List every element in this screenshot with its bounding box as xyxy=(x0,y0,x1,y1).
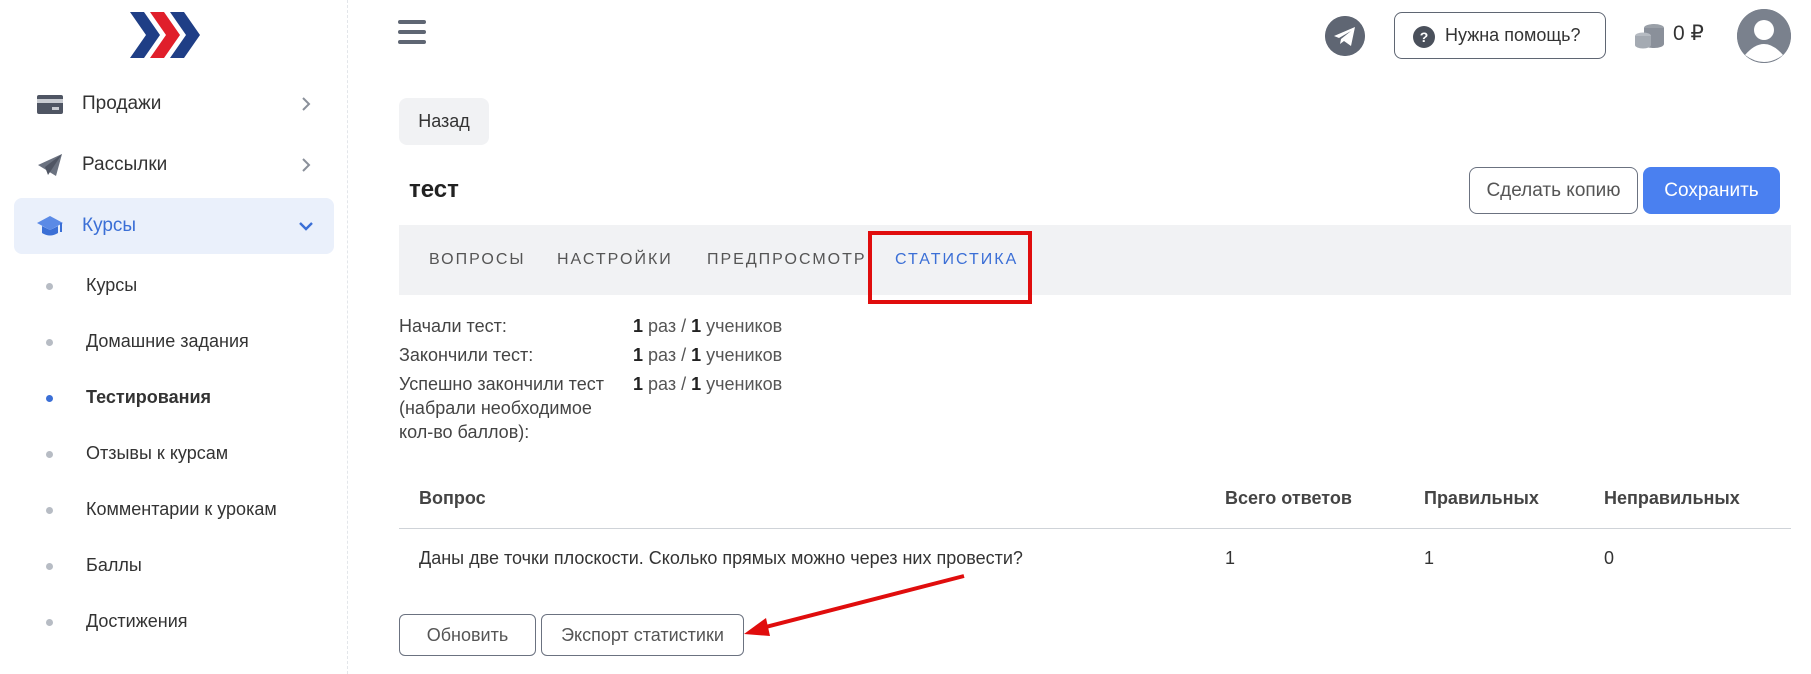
telegram-icon[interactable] xyxy=(1325,16,1365,56)
refresh-button[interactable]: Обновить xyxy=(399,614,536,656)
cell-question: Даны две точки плоскости. Сколько прямых… xyxy=(419,548,1023,568)
menu-icon[interactable] xyxy=(398,20,426,46)
sidebar: Продажи Рассылки Курсы Курсы Домашние за… xyxy=(0,0,348,674)
stat-started-label: Начали тест: xyxy=(399,316,507,336)
back-button[interactable]: Назад xyxy=(399,98,489,145)
sidebar-subitem-label: Тестирования xyxy=(86,387,212,407)
stat-finished-label: Закончили тест: xyxy=(399,345,534,365)
page-title: тест xyxy=(409,176,459,203)
sidebar-item-courses[interactable]: Курсы xyxy=(14,198,334,254)
cell-incorrect: 0 xyxy=(1604,548,1615,568)
table-divider xyxy=(399,528,1791,529)
sidebar-item-label: Курсы xyxy=(82,215,137,236)
cell-correct: 1 xyxy=(1424,548,1435,568)
logo[interactable] xyxy=(130,12,206,58)
question-icon: ? xyxy=(1413,26,1435,48)
bullet-dot xyxy=(46,563,53,570)
sidebar-item-label: Рассылки xyxy=(82,154,168,175)
sidebar-subitem-reviews[interactable]: Отзывы к курсам xyxy=(0,434,340,474)
sidebar-subitem-label: Комментарии к урокам xyxy=(86,499,277,519)
bullet-dot xyxy=(46,451,53,458)
sidebar-subitem-homework[interactable]: Домашние задания xyxy=(0,322,340,362)
sidebar-subitem-label: Отзывы к курсам xyxy=(86,443,229,463)
chevron-down-icon xyxy=(299,222,313,231)
sidebar-subitem-label: Курсы xyxy=(86,275,138,295)
cell-total: 1 xyxy=(1225,548,1236,568)
column-header-correct: Правильных xyxy=(1424,488,1539,508)
column-header-incorrect: Неправильных xyxy=(1604,488,1740,508)
chevron-right-icon xyxy=(302,97,311,111)
export-statistics-button[interactable]: Экспорт статистики xyxy=(541,614,744,656)
stat-passed-value: 1 раз / 1 учеников xyxy=(633,374,783,394)
coins-icon xyxy=(1635,24,1664,49)
tab-settings[interactable]: НАСТРОЙКИ xyxy=(557,251,673,269)
sidebar-subitem-tests[interactable]: Тестирования xyxy=(0,378,340,418)
sidebar-subitem-achievements[interactable]: Достижения xyxy=(0,602,340,642)
sidebar-subitem-comments[interactable]: Комментарии к урокам xyxy=(0,490,340,530)
paper-plane-icon xyxy=(38,154,62,176)
chevron-right-icon xyxy=(302,158,311,172)
help-label: Нужна помощь? xyxy=(1445,25,1581,45)
highlight-box xyxy=(868,231,1032,304)
annotation-arrow xyxy=(744,574,965,636)
column-header-total: Всего ответов xyxy=(1225,488,1352,508)
stat-finished-value: 1 раз / 1 учеников xyxy=(633,345,783,365)
tab-bar: ВОПРОСЫ НАСТРОЙКИ ПРЕДПРОСМОТР СТАТИСТИК… xyxy=(399,225,1791,295)
sidebar-item-sales[interactable]: Продажи xyxy=(14,76,334,132)
balance-value: 0 ₽ xyxy=(1673,22,1704,45)
column-header-question: Вопрос xyxy=(419,488,486,508)
bullet-dot xyxy=(46,395,53,402)
bullet-dot xyxy=(46,283,53,290)
graduation-cap-icon xyxy=(37,216,63,236)
make-copy-button[interactable]: Сделать копию xyxy=(1469,167,1638,214)
help-button[interactable]: ? Нужна помощь? xyxy=(1394,12,1606,59)
stat-started-value: 1 раз / 1 учеников xyxy=(633,316,783,336)
sidebar-subitem-points[interactable]: Баллы xyxy=(0,546,340,586)
sidebar-item-label: Продажи xyxy=(82,93,162,114)
card-icon xyxy=(37,95,63,114)
avatar[interactable] xyxy=(1737,9,1791,63)
sidebar-subitem-label: Достижения xyxy=(86,611,188,631)
sidebar-subitem-label: Домашние задания xyxy=(86,331,249,351)
bullet-dot xyxy=(46,619,53,626)
bullet-dot xyxy=(46,339,53,346)
sidebar-subitem-label: Баллы xyxy=(86,555,142,575)
bullet-dot xyxy=(46,507,53,514)
save-button[interactable]: Сохранить xyxy=(1643,167,1780,214)
stat-passed-label: Успешно закончили тест (набрали необходи… xyxy=(399,374,604,442)
tab-questions[interactable]: ВОПРОСЫ xyxy=(429,251,526,269)
tab-preview[interactable]: ПРЕДПРОСМОТР xyxy=(707,251,867,269)
sidebar-subitem-courses[interactable]: Курсы xyxy=(0,266,340,306)
sidebar-item-mailings[interactable]: Рассылки xyxy=(14,137,334,193)
